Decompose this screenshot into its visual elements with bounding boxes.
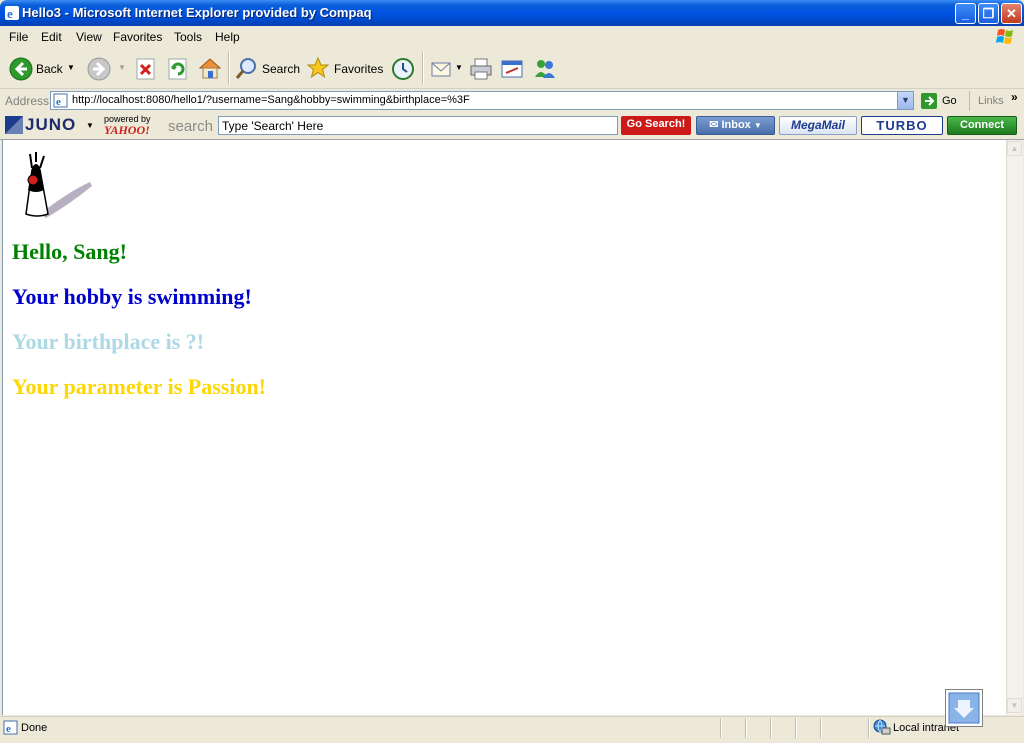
favorites-star-icon[interactable] [306,56,330,80]
favorites-button[interactable]: Favorites [334,62,383,76]
parameter-text: Your parameter is Passion! [12,374,267,399]
page-icon: e [53,93,68,108]
page-status-icon: e [3,720,18,735]
links-button[interactable]: Links [978,95,1004,107]
home-icon[interactable] [197,56,223,80]
status-divider [820,718,822,738]
print-icon[interactable] [469,57,493,81]
back-button[interactable]: Back [36,62,63,76]
menu-tools[interactable]: Tools [174,30,202,44]
status-bar [0,716,1024,743]
juno-dropdown-icon[interactable]: ▼ [86,121,94,130]
window-title: Hello3 - Microsoft Internet Explorer pro… [22,5,372,20]
juno-search-input[interactable] [218,116,618,135]
svg-text:e: e [7,6,13,21]
birthplace-text: Your birthplace is ?! [12,329,205,354]
scroll-up-icon[interactable]: ▲ [1007,141,1022,156]
address-label: Address [5,94,50,108]
history-icon[interactable] [391,57,415,81]
vertical-scrollbar[interactable] [1006,140,1023,715]
inbox-button[interactable]: ✉ Inbox ▼ [696,116,775,135]
megamail-button[interactable]: MegaMail [779,116,857,135]
address-url[interactable]: http://localhost:8080/hello1/?username=S… [72,94,470,106]
mail-icon[interactable] [430,58,454,80]
go-search-button[interactable]: Go Search! [621,116,691,135]
search-button[interactable]: Search [262,62,300,76]
juno-brand[interactable]: JUNO [25,115,76,135]
links-separator [969,91,970,111]
search-icon[interactable] [234,57,258,81]
messenger-icon[interactable] [532,57,558,81]
go-button[interactable]: Go [942,95,957,107]
envelope-icon: ✉ [709,119,719,131]
menu-view[interactable]: View [76,30,102,44]
local-intranet-icon [873,719,891,735]
greeting-text: Hello, Sang! [12,239,127,264]
download-overlay-button[interactable] [945,689,983,727]
menu-favorites[interactable]: Favorites [113,30,162,44]
svg-text:e: e [6,723,11,735]
menu-file[interactable]: File [9,30,28,44]
duke-mascot-image [25,152,92,218]
download-arrow-icon [948,692,980,724]
toolbar-separator [422,52,424,84]
close-button[interactable]: ✕ [1001,3,1022,24]
mail-dropdown-icon[interactable]: ▼ [455,63,463,72]
forward-arrow-icon[interactable] [87,57,111,81]
juno-logo-icon [5,116,23,134]
turbo-button[interactable]: TURBO [861,116,943,135]
status-divider [745,718,747,738]
inbox-dropdown-icon[interactable]: ▼ [754,121,762,130]
yahoo-logo: YAHOO! [104,123,150,137]
search-word: search [168,118,214,135]
windows-logo-icon [996,29,1013,44]
minimize-button[interactable]: _ [955,3,976,24]
status-text: Done [21,722,48,734]
status-divider [770,718,772,738]
status-divider [868,718,870,738]
inbox-label: Inbox [721,119,751,131]
back-dropdown-icon[interactable]: ▼ [67,63,75,72]
back-arrow-icon[interactable] [9,57,33,81]
menu-edit[interactable]: Edit [41,30,62,44]
address-dropdown-icon[interactable]: ▼ [897,92,913,109]
connect-button[interactable]: Connect [947,116,1017,135]
stop-icon[interactable] [135,58,157,80]
hobby-text: Your hobby is swimming! [12,284,252,309]
restore-button[interactable]: ❐ [978,3,999,24]
status-divider [720,718,722,738]
ie-icon: e [5,6,19,21]
forward-dropdown-icon[interactable]: ▼ [118,63,126,72]
menu-help[interactable]: Help [215,30,240,44]
edit-icon[interactable] [500,57,526,81]
page-content [2,140,1007,715]
refresh-icon[interactable] [167,58,189,80]
scroll-down-icon[interactable]: ▼ [1007,698,1022,713]
svg-text:e: e [56,96,61,108]
status-divider [795,718,797,738]
chevron-right-icon[interactable]: » [1011,90,1018,104]
go-arrow-icon[interactable] [920,92,938,110]
toolbar-separator [228,52,230,84]
